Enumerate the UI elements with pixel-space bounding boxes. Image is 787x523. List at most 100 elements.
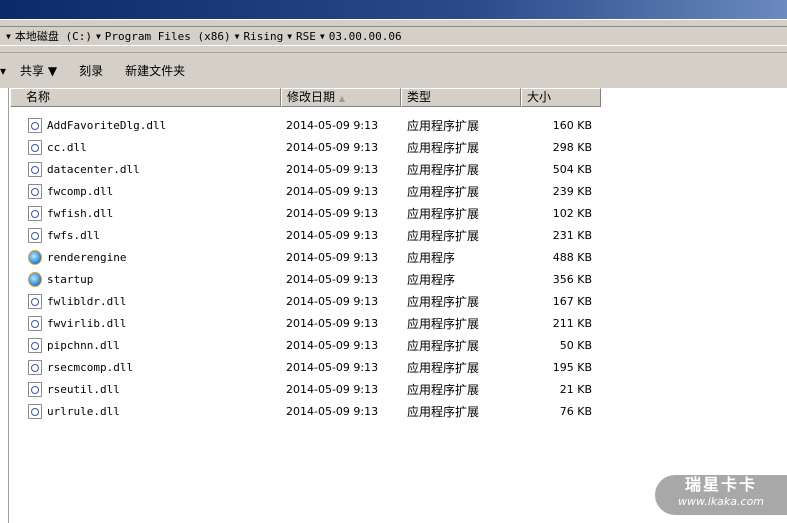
dll-file-icon: [28, 161, 42, 177]
file-size: 356 KB: [552, 272, 592, 286]
file-size: 167 KB: [552, 294, 592, 308]
dll-file-icon: [28, 227, 42, 243]
file-row[interactable]: urlrule.dll 2014-05-09 9:13 应用程序扩展 76 KB: [28, 402, 592, 420]
dll-file-icon: [28, 403, 42, 419]
file-name: fwfish.dll: [47, 206, 114, 220]
dll-file-icon: [28, 139, 42, 155]
share-button[interactable]: 共享 ▼: [20, 62, 57, 79]
file-size: 239 KB: [552, 184, 592, 198]
file-name: rseutil.dll: [47, 382, 120, 396]
file-date: 2014-05-09 9:13: [286, 250, 379, 264]
column-header-date[interactable]: 修改日期 ▲: [281, 88, 401, 107]
dll-file-icon: [28, 359, 42, 375]
watermark-logo: 瑞星卡卡 www.ikaka.com: [655, 475, 787, 515]
sort-ascending-icon: ▲: [338, 94, 345, 103]
file-type: 应用程序扩展: [407, 140, 480, 155]
file-row[interactable]: fwfs.dll 2014-05-09 9:13 应用程序扩展 231 KB: [28, 226, 592, 244]
file-row[interactable]: renderengine 2014-05-09 9:13 应用程序 488 KB: [28, 248, 592, 266]
application-icon: [28, 249, 42, 265]
dll-file-icon: [28, 183, 42, 199]
breadcrumb-chevron-icon[interactable]: ▼: [287, 32, 292, 41]
column-header-size[interactable]: 大小: [521, 88, 601, 107]
breadcrumb[interactable]: ▼ 本地磁盘 (C:) ▼ Program Files (x86) ▼ Rising ▼ RS…: [0, 26, 787, 46]
dll-file-icon: [28, 315, 42, 331]
file-row[interactable]: pipchnn.dll 2014-05-09 9:13 应用程序扩展 50 KB: [28, 336, 592, 354]
breadcrumb-item[interactable]: Rising: [243, 30, 283, 43]
breadcrumb-item[interactable]: RSE: [296, 30, 316, 43]
file-date: 2014-05-09 9:13: [286, 118, 379, 132]
file-size: 195 KB: [552, 360, 592, 374]
breadcrumb-item[interactable]: 03.00.00.06: [329, 30, 402, 43]
column-header-name[interactable]: 名称: [10, 88, 281, 107]
file-row[interactable]: rseutil.dll 2014-05-09 9:13 应用程序扩展 21 KB: [28, 380, 592, 398]
dll-file-icon: [28, 293, 42, 309]
file-name: rsecmcomp.dll: [47, 360, 134, 374]
file-date: 2014-05-09 9:13: [286, 360, 379, 374]
file-date: 2014-05-09 9:13: [286, 338, 379, 352]
navigation-pane[interactable]: [0, 88, 9, 523]
column-header-type[interactable]: 类型: [401, 88, 521, 107]
file-date: 2014-05-09 9:13: [286, 316, 379, 330]
file-size: 298 KB: [552, 140, 592, 154]
file-row[interactable]: fwcomp.dll 2014-05-09 9:13 应用程序扩展 239 KB: [28, 182, 592, 200]
file-type: 应用程序扩展: [407, 184, 480, 199]
dll-file-icon: [28, 381, 42, 397]
file-date: 2014-05-09 9:13: [286, 206, 379, 220]
file-row[interactable]: AddFavoriteDlg.dll 2014-05-09 9:13 应用程序扩…: [28, 116, 592, 134]
file-row[interactable]: fwlibldr.dll 2014-05-09 9:13 应用程序扩展 167 …: [28, 292, 592, 310]
file-date: 2014-05-09 9:13: [286, 184, 379, 198]
file-type: 应用程序: [407, 272, 456, 287]
file-name: cc.dll: [47, 140, 87, 154]
file-name: AddFavoriteDlg.dll: [47, 118, 167, 132]
breadcrumb-chevron-icon[interactable]: ▼: [6, 32, 11, 41]
file-type: 应用程序扩展: [407, 404, 480, 419]
file-size: 160 KB: [552, 118, 592, 132]
breadcrumb-chevron-icon[interactable]: ▼: [235, 32, 240, 41]
breadcrumb-chevron-icon[interactable]: ▼: [320, 32, 325, 41]
file-date: 2014-05-09 9:13: [286, 140, 379, 154]
file-date: 2014-05-09 9:13: [286, 382, 379, 396]
breadcrumb-item[interactable]: Program Files (x86): [105, 30, 231, 43]
file-type: 应用程序扩展: [407, 228, 480, 243]
file-name: fwfs.dll: [47, 228, 100, 242]
file-size: 102 KB: [552, 206, 592, 220]
file-name: urlrule.dll: [47, 404, 120, 418]
file-row[interactable]: datacenter.dll 2014-05-09 9:13 应用程序扩展 50…: [28, 160, 592, 178]
toolbar: ▾ 共享 ▼ 刻录 新建文件夹: [0, 53, 787, 88]
dll-file-icon: [28, 205, 42, 221]
file-type: 应用程序: [407, 250, 456, 265]
file-row[interactable]: fwfish.dll 2014-05-09 9:13 应用程序扩展 102 KB: [28, 204, 592, 222]
file-name: startup: [47, 272, 94, 286]
file-row[interactable]: startup 2014-05-09 9:13 应用程序 356 KB: [28, 270, 592, 288]
dll-file-icon: [28, 337, 42, 353]
file-size: 488 KB: [552, 250, 592, 264]
file-row[interactable]: fwvirlib.dll 2014-05-09 9:13 应用程序扩展 211 …: [28, 314, 592, 332]
file-date: 2014-05-09 9:13: [286, 404, 379, 418]
file-size: 231 KB: [552, 228, 592, 242]
file-date: 2014-05-09 9:13: [286, 294, 379, 308]
application-icon: [28, 271, 42, 287]
file-date: 2014-05-09 9:13: [286, 272, 379, 286]
burn-button[interactable]: 刻录: [79, 62, 103, 79]
file-size: 211 KB: [552, 316, 592, 330]
file-type: 应用程序扩展: [407, 294, 480, 309]
file-size: 21 KB: [559, 382, 592, 396]
file-name: fwvirlib.dll: [47, 316, 127, 330]
file-name: pipchnn.dll: [47, 338, 120, 352]
file-row[interactable]: rsecmcomp.dll 2014-05-09 9:13 应用程序扩展 195…: [28, 358, 592, 376]
file-type: 应用程序扩展: [407, 316, 480, 331]
file-name: fwlibldr.dll: [47, 294, 127, 308]
breadcrumb-chevron-icon[interactable]: ▼: [96, 32, 101, 41]
file-size: 504 KB: [552, 162, 592, 176]
file-row[interactable]: cc.dll 2014-05-09 9:13 应用程序扩展 298 KB: [28, 138, 592, 156]
dll-file-icon: [28, 117, 42, 133]
file-date: 2014-05-09 9:13: [286, 162, 379, 176]
file-type: 应用程序扩展: [407, 206, 480, 221]
file-date: 2014-05-09 9:13: [286, 228, 379, 242]
address-bar[interactable]: ▼ 本地磁盘 (C:) ▼ Program Files (x86) ▼ Rising ▼ RS…: [0, 19, 787, 53]
file-name: datacenter.dll: [47, 162, 140, 176]
new-folder-button[interactable]: 新建文件夹: [125, 62, 185, 79]
title-bar: [0, 0, 787, 19]
file-type: 应用程序扩展: [407, 382, 480, 397]
breadcrumb-item[interactable]: 本地磁盘 (C:): [15, 28, 92, 44]
